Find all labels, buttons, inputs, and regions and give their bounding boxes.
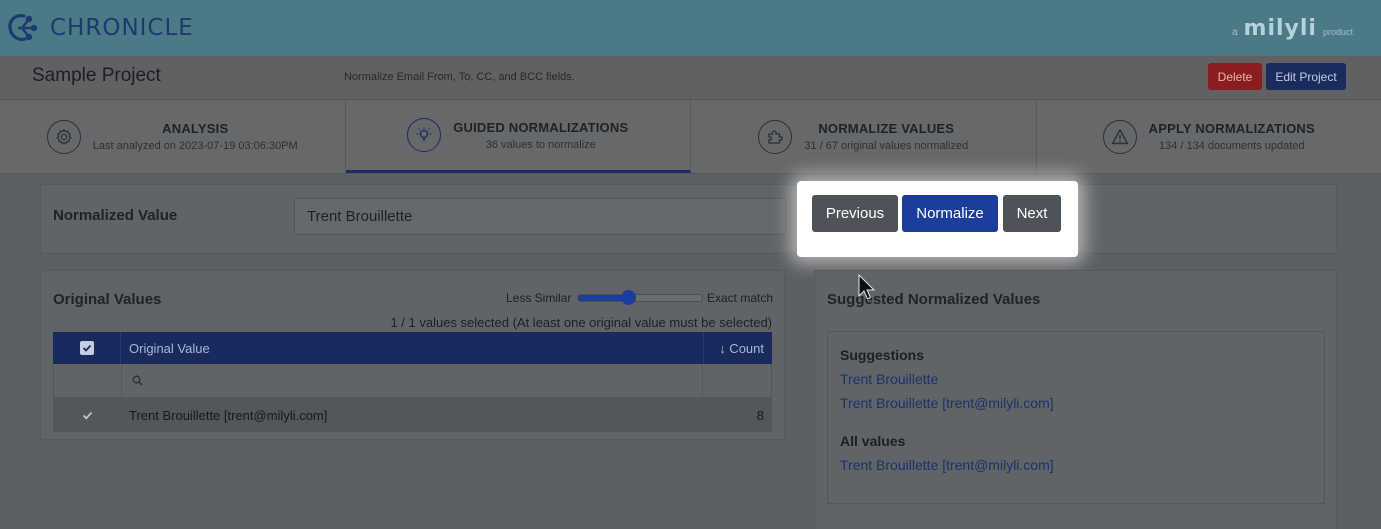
project-bar: Sample Project Normalize Email From, To,… xyxy=(0,56,1381,100)
filter-empty-cell xyxy=(703,364,771,397)
tab-guided-normalizations[interactable]: GUIDED NORMALIZATIONS 36 values to norma… xyxy=(345,100,691,173)
select-all-checkbox[interactable] xyxy=(79,341,94,355)
search-icon xyxy=(132,375,143,386)
select-all-cell xyxy=(53,332,121,364)
tab-apply-normalizations[interactable]: APPLY NORMALIZATIONS 134 / 134 documents… xyxy=(1037,100,1381,173)
app-header: CHRONICLE a milyli product xyxy=(0,0,1381,56)
step-title: APPLY NORMALIZATIONS xyxy=(1148,121,1315,136)
step-subtitle: Last analyzed on 2023-07-19 03:06:30PM xyxy=(92,140,298,152)
step-subtitle: 36 values to normalize xyxy=(485,138,596,151)
mouse-cursor-icon xyxy=(858,274,876,300)
check-icon xyxy=(82,411,92,419)
previous-button[interactable]: Previous xyxy=(812,195,898,232)
brand[interactable]: CHRONICLE xyxy=(6,11,194,45)
tab-normalize-values[interactable]: NORMALIZE VALUES 31 / 67 original values… xyxy=(691,100,1037,173)
edit-project-button[interactable]: Edit Project xyxy=(1266,63,1346,90)
filter-input[interactable] xyxy=(122,364,703,397)
maker-suffix: product xyxy=(1322,27,1353,37)
delete-button[interactable]: Delete xyxy=(1208,63,1262,90)
slider-min-label: Less Similar xyxy=(506,291,572,305)
project-title: Sample Project xyxy=(32,65,161,86)
column-original-value[interactable]: Original Value xyxy=(121,332,704,364)
brand-name: CHRONICLE xyxy=(50,15,194,41)
suggestion-link[interactable]: Trent Brouillette [trent@milyli.com] xyxy=(840,395,1054,411)
table-filter-row xyxy=(53,364,772,398)
row-checkbox[interactable] xyxy=(53,410,121,421)
suggestions-box: Suggestions Trent Brouillette Trent Brou… xyxy=(827,331,1325,504)
column-count[interactable]: ↓ Count xyxy=(704,332,772,364)
suggested-values-panel: Suggested Normalized Values Suggestions … xyxy=(814,270,1337,529)
row-count: 8 xyxy=(756,407,764,423)
puzzle-icon xyxy=(758,119,793,154)
lightbulb-icon xyxy=(407,118,442,152)
normalized-value-label: Normalized Value xyxy=(53,207,178,224)
normalized-value-input[interactable]: Trent Brouillette xyxy=(294,198,786,235)
filter-empty-cell xyxy=(54,364,122,397)
step-title: GUIDED NORMALIZATIONS xyxy=(453,119,629,135)
step-subtitle: 31 / 67 original values normalized xyxy=(804,140,969,152)
table-header: Original Value ↓ Count xyxy=(53,332,772,364)
milyli-logo: milyli xyxy=(1243,16,1317,41)
all-values-heading: All values xyxy=(840,433,906,449)
slider-max-label: Exact match xyxy=(707,291,774,305)
original-values-table: Original Value ↓ Count Trent Brouillette… xyxy=(53,332,772,432)
table-row[interactable]: Trent Brouillette [trent@milyli.com] 8 xyxy=(53,398,772,432)
chronicle-logo-icon xyxy=(8,14,38,42)
step-title: NORMALIZE VALUES xyxy=(818,121,955,136)
maker-logo: a milyli product xyxy=(1232,16,1353,41)
step-tabs: ANALYSIS Last analyzed on 2023-07-19 03:… xyxy=(0,100,1381,174)
project-description: Normalize Email From, To, CC, and BCC fi… xyxy=(344,71,575,83)
selection-count: 1 / 1 values selected (At least one orig… xyxy=(390,315,772,330)
suggestions-heading: Suggestions xyxy=(840,347,925,363)
action-buttons-group: Previous Normalize Next xyxy=(797,181,1078,257)
all-values-link[interactable]: Trent Brouillette [trent@milyli.com] xyxy=(840,457,1054,473)
main-content: Normalized Value Trent Brouillette Previ… xyxy=(0,175,1381,529)
suggestion-link[interactable]: Trent Brouillette xyxy=(840,371,938,387)
next-button[interactable]: Next xyxy=(1003,195,1061,232)
gear-icon xyxy=(46,119,81,154)
similarity-slider[interactable] xyxy=(577,290,703,305)
warning-icon xyxy=(1102,119,1137,154)
normalized-value-panel: Normalized Value Trent Brouillette xyxy=(40,184,1337,254)
original-values-title: Original Values xyxy=(53,291,162,308)
maker-prefix: a xyxy=(1231,27,1238,38)
original-values-panel: Original Values Less Similar Exact match… xyxy=(40,270,785,440)
step-title: ANALYSIS xyxy=(162,121,229,136)
normalize-button[interactable]: Normalize xyxy=(902,195,998,232)
tab-analysis[interactable]: ANALYSIS Last analyzed on 2023-07-19 03:… xyxy=(0,100,346,173)
row-value: Trent Brouillette [trent@milyli.com] xyxy=(129,407,328,423)
step-subtitle: 134 / 134 documents updated xyxy=(1158,140,1305,152)
slider-handle[interactable] xyxy=(620,290,636,305)
